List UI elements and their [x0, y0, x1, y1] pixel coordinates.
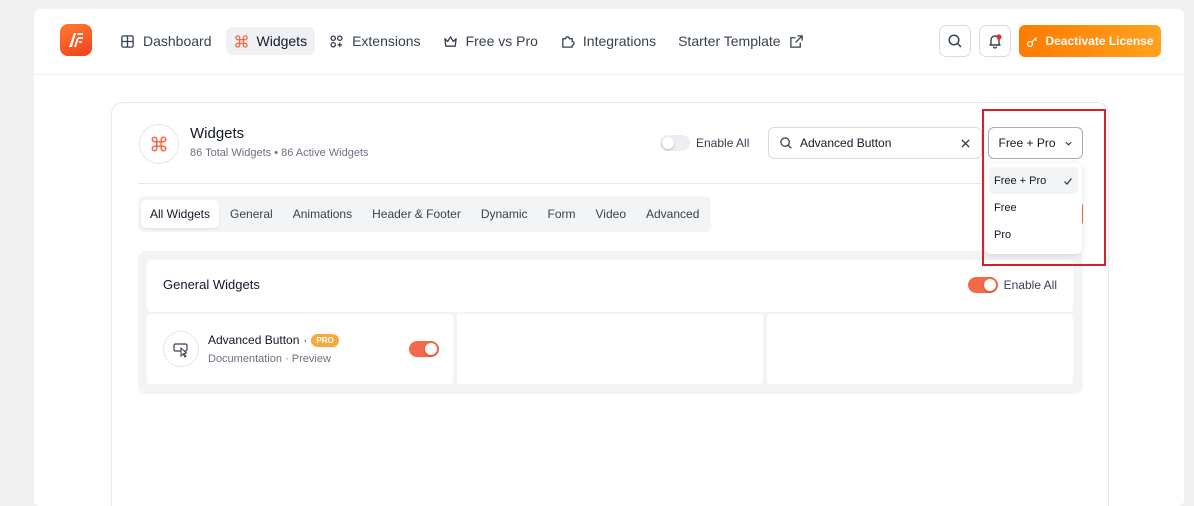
logo-icon	[69, 33, 83, 48]
notifications-button[interactable]	[979, 25, 1011, 57]
search-icon	[948, 34, 962, 48]
command-icon	[151, 136, 167, 152]
deactivate-license-button[interactable]: Deactivate License	[1019, 25, 1161, 57]
puzzle-icon	[562, 35, 575, 48]
tab-form[interactable]: Form	[539, 200, 585, 228]
nav-free-vs-pro-label: Free vs Pro	[465, 33, 538, 49]
search-button[interactable]	[939, 25, 971, 57]
nav-widgets-label: Widgets	[256, 33, 308, 49]
annotation-highlight-box	[982, 109, 1106, 266]
nav-dashboard-label: Dashboard	[143, 33, 212, 49]
category-tabs: All Widgets General Animations Header & …	[138, 196, 712, 232]
widget-name-row: Advanced Button · PRO	[208, 333, 339, 347]
tab-animations[interactable]: Animations	[284, 200, 361, 228]
crown-icon	[443, 35, 457, 47]
nav-extensions-label: Extensions	[352, 33, 421, 49]
tab-advanced[interactable]: Advanced	[637, 200, 708, 228]
app-logo[interactable]	[60, 24, 92, 56]
stats-separator: •	[274, 147, 279, 159]
enable-all-global: Enable All	[660, 135, 749, 151]
nav-starter-template-label: Starter Template	[678, 33, 781, 49]
nav-integrations-label: Integrations	[582, 33, 657, 49]
widget-search-input[interactable]: Advanced Button	[800, 136, 953, 150]
bell-icon	[989, 34, 1002, 49]
nav-starter-template[interactable]: Starter Template	[670, 27, 811, 55]
preview-link[interactable]: Preview	[292, 353, 331, 365]
documentation-link[interactable]: Documentation	[208, 353, 282, 365]
nav-free-vs-pro[interactable]: Free vs Pro	[435, 27, 546, 55]
widgets-header-icon-wrap	[139, 124, 179, 164]
tab-header-footer[interactable]: Header & Footer	[363, 200, 470, 228]
tab-dynamic[interactable]: Dynamic	[472, 200, 537, 228]
total-widgets-count: 86 Total Widgets	[190, 147, 272, 159]
header-divider	[138, 183, 1083, 184]
nav-dashboard[interactable]: Dashboard	[112, 27, 220, 55]
button-cursor-icon	[173, 343, 188, 358]
pro-badge: PRO	[311, 333, 339, 347]
key-icon	[1027, 36, 1038, 47]
widget-card: Advanced Button · PRO Documentation · Pr…	[147, 314, 453, 384]
tab-general[interactable]: General	[221, 200, 282, 228]
widget-icon-wrap	[163, 331, 199, 367]
enable-all-global-toggle[interactable]	[660, 135, 690, 151]
deactivate-license-label: Deactivate License	[1045, 34, 1154, 48]
section-enable-all-label: Enable All	[1003, 278, 1057, 292]
widget-links: Documentation · Preview	[208, 353, 331, 365]
widgets-title: Widgets	[190, 125, 245, 142]
widgets-stats: 86 Total Widgets • 86 Active Widgets	[190, 147, 369, 159]
tab-video[interactable]: Video	[587, 200, 635, 228]
section-header: General Widgets Enable All	[147, 260, 1073, 312]
link-separator: ·	[285, 353, 289, 365]
search-icon	[780, 137, 792, 149]
widget-name: Advanced Button	[208, 333, 300, 347]
enable-all-global-label: Enable All	[696, 136, 750, 150]
clear-search-icon[interactable]	[960, 138, 971, 149]
widget-name-separator: ·	[303, 333, 308, 347]
section-enable-all-toggle[interactable]	[967, 277, 998, 293]
widget-search-field[interactable]: Advanced Button	[768, 127, 982, 159]
empty-widget-slot	[457, 314, 763, 384]
tab-all-widgets[interactable]: All Widgets	[141, 200, 220, 228]
extensions-icon	[330, 34, 343, 48]
active-widgets-count: 86 Active Widgets	[281, 147, 369, 159]
grid-icon	[121, 34, 134, 48]
widget-enable-toggle[interactable]	[409, 341, 439, 357]
empty-widget-slot	[767, 314, 1073, 384]
nav-widgets[interactable]: Widgets	[225, 27, 316, 55]
general-widgets-section: General Widgets Enable All Advanced Butt…	[138, 251, 1083, 394]
nav-integrations[interactable]: Integrations	[552, 27, 664, 55]
external-link-icon	[789, 34, 803, 48]
main-nav: Dashboard Widgets Extensions Free vs Pro…	[112, 27, 812, 55]
section-title: General Widgets	[163, 277, 260, 292]
command-icon	[234, 34, 248, 48]
widgets-card: Widgets 86 Total Widgets • 86 Active Wid…	[111, 102, 1109, 506]
section-enable-all: Enable All	[967, 277, 1057, 293]
nav-extensions[interactable]: Extensions	[321, 27, 428, 55]
top-navbar: Dashboard Widgets Extensions Free vs Pro…	[34, 9, 1184, 75]
